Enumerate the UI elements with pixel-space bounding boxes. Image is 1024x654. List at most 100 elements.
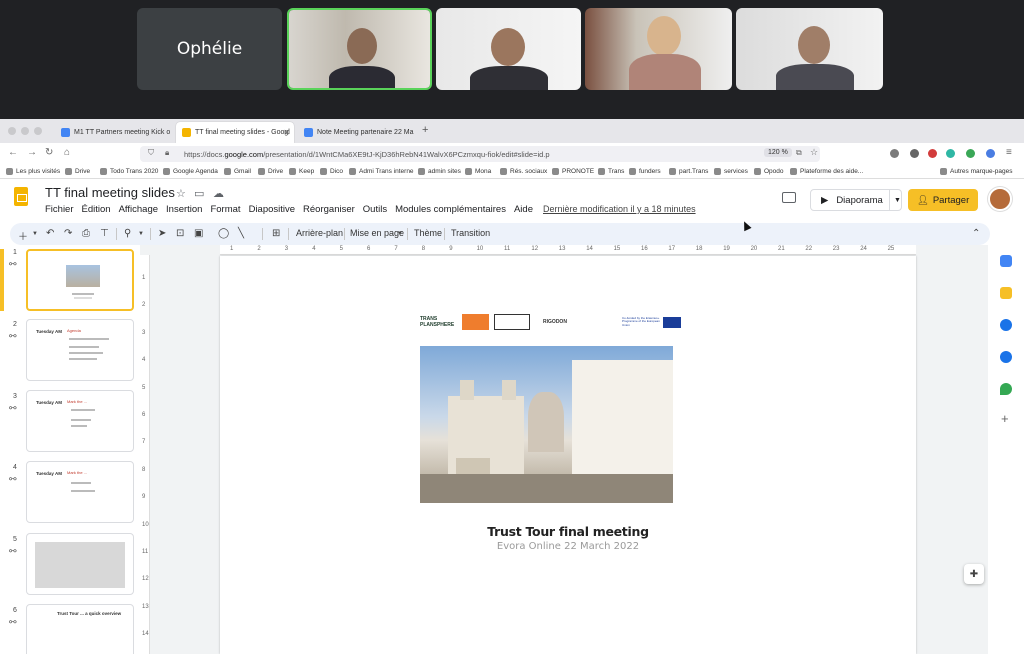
chevron-down-icon[interactable]: ▼ [138,231,144,237]
menu-addons[interactable]: Modules complémentaires [395,204,506,215]
browser-tab-1[interactable]: M1 TT Partners meeting Kick o [55,122,172,143]
chevron-down-icon[interactable]: ▼ [32,231,38,237]
url-bar[interactable]: https://docs. google.com/presentation/d/1… [140,146,820,162]
bookmark-star-icon[interactable]: ☆ [810,147,818,158]
print-icon[interactable]: ⎙ [82,228,90,239]
tasks-icon[interactable] [1000,319,1012,331]
menu-arrange[interactable]: Réorganiser [303,204,355,215]
menu-icon[interactable]: ≡ [1006,147,1012,158]
bookmark-item[interactable]: Admi Trans interne [349,168,414,175]
account-avatar[interactable] [988,187,1012,211]
pocket-icon[interactable] [890,149,899,158]
bookmark-item[interactable]: Dico [320,168,343,175]
slide-thumbnail-3[interactable]: Tuesday AM Mark the ... [26,390,134,452]
select-cursor-icon[interactable]: ➤ [158,228,166,239]
insert-comment-icon[interactable]: ⊞ [272,228,280,239]
participant-tile-2[interactable] [436,8,581,90]
bookmark-item[interactable]: funders [629,168,661,175]
move-folder-icon[interactable]: ▭ [194,187,204,200]
star-icon[interactable]: ☆ [176,187,186,200]
home-icon[interactable]: ⌂ [64,147,70,158]
bookmark-item[interactable]: services [714,168,748,175]
last-modified-link[interactable]: Dernière modification il y a 18 minutes [543,204,696,214]
layout-button[interactable]: Mise en page [350,228,404,238]
new-tab-button[interactable]: + [422,124,428,136]
menu-format[interactable]: Format [210,204,240,215]
slide-thumbnail-2[interactable]: Tuesday AM Agenda [26,319,134,381]
bookmark-item[interactable]: Mona [465,168,491,175]
slideshow-button[interactable]: ▶ Diaporama ▼ [810,189,902,211]
bookmark-item[interactable]: Google Agenda [163,168,218,175]
bookmark-item[interactable]: Gmail [224,168,251,175]
undo-icon[interactable]: ↶ [46,228,54,239]
keep-icon[interactable] [1000,287,1012,299]
zoom-level[interactable]: 120 % [764,148,792,157]
window-close-button[interactable] [8,127,16,135]
lock-icon[interactable]: 🔒︎ [165,148,169,158]
bookmark-item[interactable]: Drive [65,168,90,175]
bookmark-item[interactable]: Todo Trans 2020 [100,168,158,175]
participant-tile-name[interactable]: Ophélie [137,8,282,90]
participant-tile-4[interactable] [736,8,883,90]
chevron-down-icon[interactable]: ▼ [894,197,901,204]
shield-icon[interactable]: ⛉ [148,148,154,158]
image-icon[interactable]: ▣ [194,228,203,239]
bookmark-item[interactable]: Plateforme des aide... [790,168,863,175]
reload-icon[interactable]: ↻ [45,147,53,158]
paint-format-icon[interactable]: ⊤ [100,228,109,239]
menu-file[interactable]: Fichier [45,204,74,215]
extension-icon-green[interactable] [966,149,975,158]
line-icon[interactable]: ╲ [238,228,244,239]
slide-thumbnail-1[interactable] [26,249,134,311]
add-addon-icon[interactable]: + [1001,411,1009,426]
zoom-icon[interactable]: ⚲ [124,228,131,239]
menu-insert[interactable]: Insertion [166,204,202,215]
document-title[interactable]: TT final meeting slides [45,185,175,200]
slides-logo-icon[interactable] [14,187,28,206]
bookmark-item[interactable]: PRONOTE [552,168,594,175]
bookmark-item[interactable]: Opodo [754,168,784,175]
menu-tools[interactable]: Outils [363,204,387,215]
slide-title[interactable]: Trust Tour final meeting [220,524,916,539]
slide-thumbnail-5[interactable] [26,533,134,595]
theme-button[interactable]: Thème [414,228,442,238]
participant-tile-active-speaker[interactable] [287,8,432,90]
current-slide[interactable]: TRANS PLANSPHERE RIGODON Co-funded by th… [220,256,916,654]
translate-icon[interactable]: ⧉ [796,148,802,158]
menu-slide[interactable]: Diapositive [249,204,295,215]
bookmark-item[interactable]: Keep [289,168,314,175]
bookmark-item[interactable]: Drive [258,168,283,175]
chevron-down-icon[interactable]: ▼ [397,231,403,237]
contacts-icon[interactable] [1000,351,1012,363]
comment-history-icon[interactable] [782,192,796,203]
forward-arrow-icon[interactable]: → [27,147,37,158]
background-button[interactable]: Arrière-plan [296,228,343,238]
window-minimize-button[interactable] [21,127,29,135]
extension-icon-teal[interactable] [946,149,955,158]
menu-edit[interactable]: Édition [82,204,111,215]
bookmark-item[interactable]: admin sites [418,168,461,175]
calendar-icon[interactable] [1000,255,1012,267]
cloud-status-icon[interactable]: ☁ [213,187,224,200]
slide-subtitle[interactable]: Evora Online 22 March 2022 [220,541,916,552]
browser-tab-3[interactable]: Note Meeting partenaire 22 Ma [298,122,416,143]
back-arrow-icon[interactable]: ← [8,147,18,158]
shape-icon[interactable]: ◯ [218,228,229,239]
transition-button[interactable]: Transition [451,228,490,238]
collapse-toolbar-icon[interactable]: ⌃ [972,228,980,239]
redo-icon[interactable]: ↷ [64,228,72,239]
browser-tab-2-active[interactable]: TT final meeting slides - Googl ✕ [176,122,294,143]
extension-icon-blue[interactable] [986,149,995,158]
tab-close-icon[interactable]: ✕ [283,128,290,137]
bookmark-item[interactable]: Rés. sociaux [500,168,547,175]
bookmark-item[interactable]: part.Trans [669,168,708,175]
menu-view[interactable]: Affichage [119,204,158,215]
extension-icon-red[interactable] [928,149,937,158]
slide-thumbnail-4[interactable]: Tuesday AM Mark the ... [26,461,134,523]
window-zoom-button[interactable] [34,127,42,135]
download-icon[interactable] [910,149,919,158]
participant-tile-3[interactable] [585,8,732,90]
bookmark-item[interactable]: Les plus visités [6,168,60,175]
new-slide-icon[interactable]: ＋ [18,228,28,243]
maps-icon[interactable] [1000,383,1012,395]
